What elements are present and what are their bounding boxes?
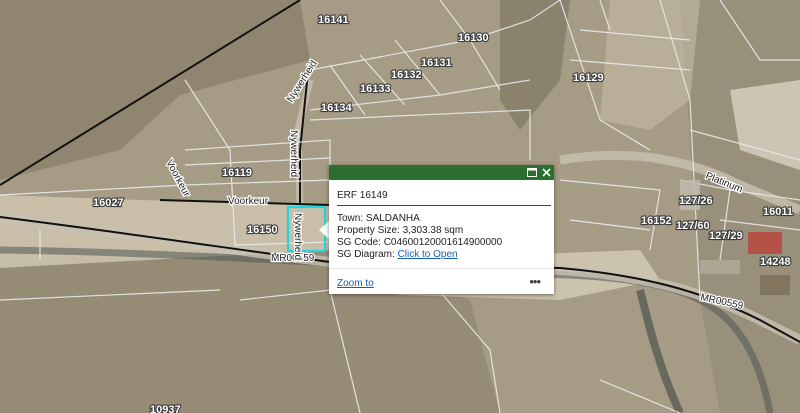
sg-diagram-link[interactable]: Click to Open (398, 249, 458, 260)
parcel-label: 16131 (421, 57, 452, 69)
sg-code-label: SG Code: (337, 237, 381, 248)
parcel-label: 16132 (391, 69, 422, 81)
building (760, 275, 790, 295)
feature-popup: ERF 16149 Town: SALDANHA Property Size: … (329, 165, 554, 294)
popup-title: ERF 16149 (337, 190, 388, 201)
building (748, 232, 782, 254)
parcel-label: 16027 (93, 197, 124, 209)
parcel-label: 127/29 (709, 230, 743, 242)
popup-header (329, 165, 554, 180)
road-label: Voorkeur (228, 196, 269, 207)
size-label: Property Size: (337, 225, 400, 236)
sg-diagram-row: SG Diagram: Click to Open (337, 249, 458, 260)
size-value: 3,303.38 sqm (402, 225, 464, 236)
parcel-label: 10937 (150, 404, 181, 413)
sg-code-value: C04600120001614900000 (383, 237, 503, 248)
parcel-label: 16134 (321, 102, 352, 114)
parcel-label: 14248 (760, 256, 791, 268)
building (700, 260, 740, 274)
town-label: Town: (337, 213, 364, 224)
popup-pointer (319, 221, 329, 239)
parcel-label: 16119 (222, 167, 252, 179)
parcel-label: 16133 (360, 83, 391, 95)
parcel-label: 16150 (247, 224, 278, 236)
parcel-label: 127/60 (676, 220, 710, 232)
popup-divider (337, 205, 551, 206)
zoom-to-link[interactable]: Zoom to (337, 278, 374, 289)
road-label: Nywerheid (292, 213, 303, 260)
town-row: Town: SALDANHA (337, 213, 420, 224)
parcel-label: 16141 (318, 14, 349, 26)
parcel-label: 16152 (641, 215, 672, 227)
sg-code-row: SG Code: C04600120001614900000 (337, 237, 502, 248)
size-row: Property Size: 3,303.38 sqm (337, 225, 463, 236)
more-menu-button[interactable]: ••• (529, 274, 541, 289)
dock-icon[interactable] (525, 165, 539, 180)
close-icon[interactable] (539, 165, 553, 180)
parcel-label: 127/26 (679, 195, 713, 207)
parcel-label: 16130 (458, 32, 489, 44)
parcel-label: 16129 (573, 72, 604, 84)
town-value: SALDANHA (365, 213, 420, 224)
parcel-label: 16011 (763, 206, 793, 218)
sg-diagram-label: SG Diagram: (337, 249, 395, 260)
road-label: Nywerheid (288, 130, 299, 177)
popup-footer-divider (329, 268, 554, 269)
